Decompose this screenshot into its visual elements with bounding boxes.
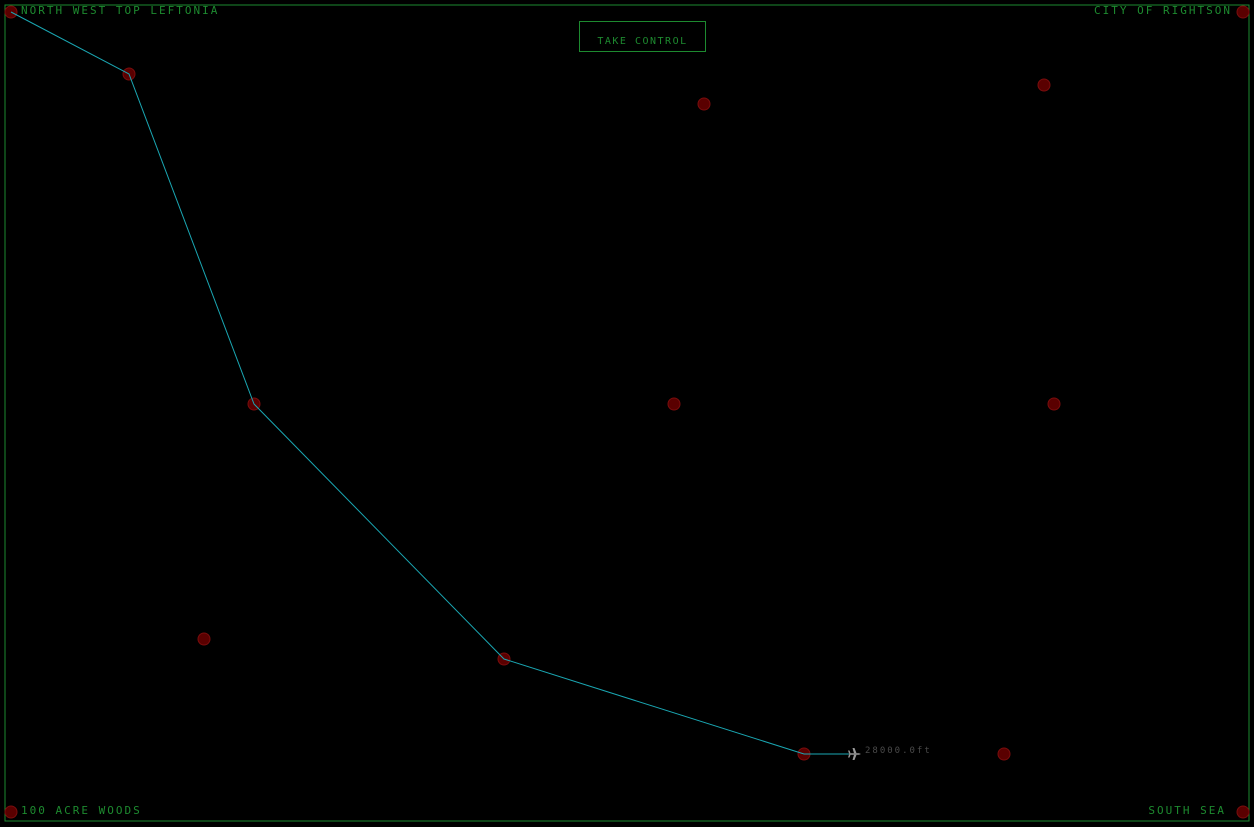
waypoint[interactable] (1037, 78, 1051, 92)
waypoint[interactable] (4, 805, 18, 819)
waypoint[interactable] (1236, 5, 1250, 19)
waypoint[interactable] (997, 747, 1011, 761)
location-label-north-west: NORTH WEST TOP LEFTONIA (21, 4, 220, 17)
flight-map (4, 4, 1250, 822)
waypoint[interactable] (1236, 805, 1250, 819)
waypoint[interactable] (1047, 397, 1061, 411)
location-label-north-east: CITY OF RIGHTSON (1094, 4, 1232, 17)
airplane-icon[interactable] (848, 748, 861, 760)
waypoint[interactable] (197, 632, 211, 646)
flight-route (10, 11, 854, 755)
take-control-button[interactable]: TAKE CONTROL (579, 21, 706, 52)
waypoints (4, 5, 1250, 819)
location-label-south-west: 100 ACRE WOODS (21, 804, 142, 817)
aircraft-altitude-readout: 28000.0ft (865, 746, 932, 756)
waypoint[interactable] (697, 97, 711, 111)
waypoint[interactable] (667, 397, 681, 411)
map-border (4, 4, 1250, 822)
location-label-south-east: SOUTH SEA (1148, 804, 1226, 817)
